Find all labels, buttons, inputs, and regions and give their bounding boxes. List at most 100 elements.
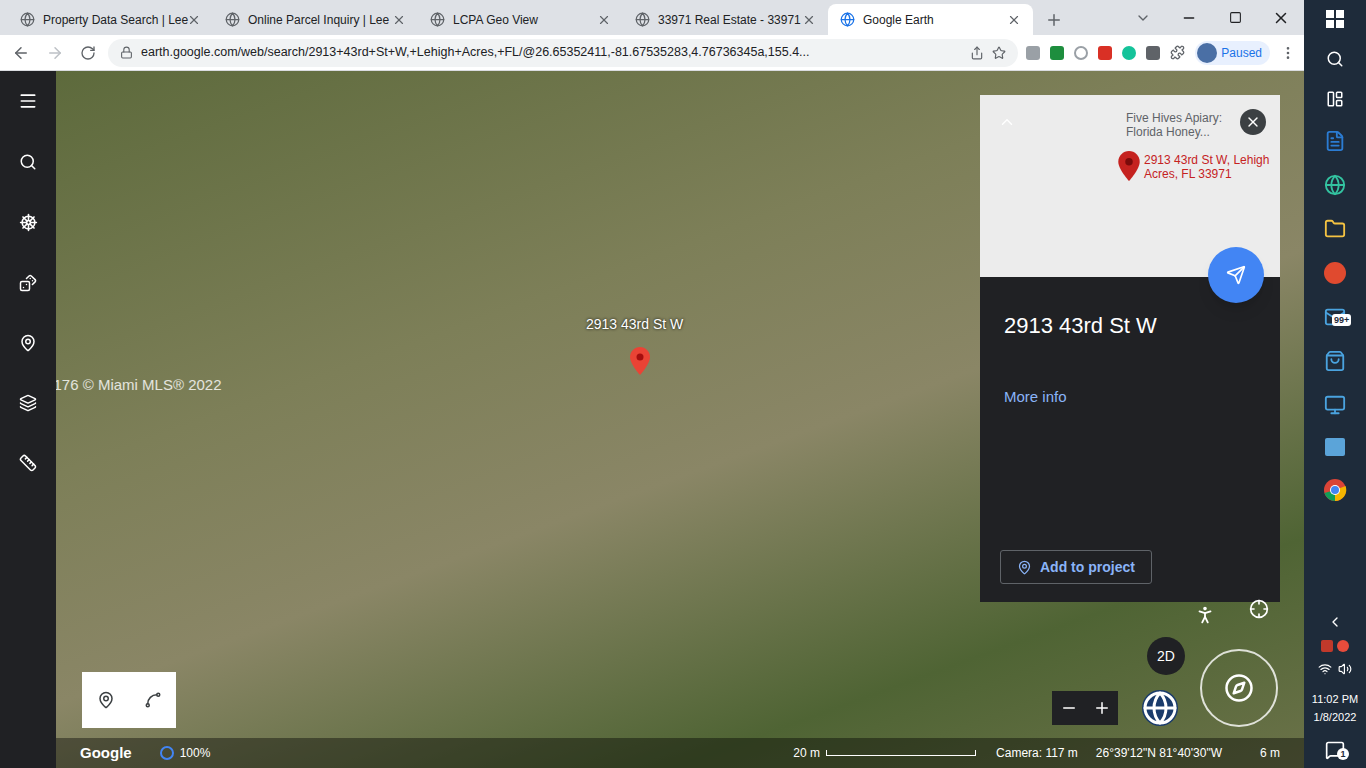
tray-app-icon[interactable] <box>1337 640 1349 652</box>
menu-icon[interactable] <box>18 91 38 111</box>
left-rail <box>0 71 56 768</box>
browser-tab[interactable]: Google Earth <box>828 4 1033 35</box>
menu-icon[interactable] <box>1280 45 1296 61</box>
site-icon <box>635 12 650 27</box>
task-view-icon[interactable] <box>1326 90 1344 108</box>
forward-icon[interactable] <box>46 44 64 62</box>
extension-icon[interactable] <box>1050 46 1064 60</box>
draw-path-icon[interactable] <box>144 691 162 709</box>
browser-tab[interactable]: Online Parcel Inquiry | Lee <box>213 4 418 35</box>
earth-app: A11145176 © Miami MLS® 20222913 43rd St … <box>0 71 1304 768</box>
tab-close-icon[interactable] <box>187 13 201 27</box>
zoom-out-icon[interactable] <box>1060 699 1078 717</box>
extension-icon[interactable] <box>1146 46 1160 60</box>
windows-start-icon[interactable] <box>1326 10 1344 28</box>
map-view[interactable]: A11145176 © Miami MLS® 20222913 43rd St … <box>56 71 1304 768</box>
search-icon[interactable] <box>19 153 37 171</box>
tab-search-icon[interactable] <box>1135 10 1151 26</box>
more-info-link[interactable]: More info <box>1004 386 1256 409</box>
network-icon[interactable] <box>1318 662 1332 676</box>
browser-window: Property Data Search | LeeOnline Parcel … <box>0 0 1304 768</box>
fly-to-icon <box>1226 265 1246 285</box>
browser-tab[interactable]: LCPA Geo View <box>418 4 623 35</box>
browser-tab[interactable]: Property Data Search | Lee <box>8 4 213 35</box>
projects-icon[interactable] <box>19 334 37 352</box>
taskbar: 99+11:02 PM1/8/20221 <box>1304 0 1366 768</box>
remote-desktop-icon[interactable] <box>1324 394 1346 416</box>
bookmark-icon[interactable] <box>992 46 1006 60</box>
tab-close-icon[interactable] <box>597 13 611 27</box>
info-panel: Five Hives Apiary: Florida Honey... 2913 … <box>980 95 1280 602</box>
clock[interactable]: 11:02 PM1/8/2022 <box>1312 686 1358 726</box>
compass[interactable] <box>1200 649 1278 727</box>
tray-app-icon[interactable] <box>1321 640 1333 652</box>
chrome-icon[interactable] <box>1323 478 1347 502</box>
add-to-project-button[interactable]: Add to project <box>1000 550 1152 584</box>
maximize-icon[interactable] <box>1229 11 1242 24</box>
feeling-lucky-icon[interactable] <box>19 274 37 292</box>
add-pin-icon <box>1017 560 1032 575</box>
edge-icon[interactable] <box>1324 174 1346 196</box>
new-tab-icon[interactable] <box>1045 11 1063 29</box>
avatar-icon <box>1197 43 1217 63</box>
store-icon[interactable] <box>1324 350 1346 372</box>
zoom-controls <box>1052 691 1118 725</box>
location-pin-icon[interactable] <box>630 347 650 375</box>
my-location-icon[interactable] <box>1249 599 1269 619</box>
close-icon[interactable] <box>1272 9 1290 27</box>
minimize-icon[interactable] <box>1181 10 1197 26</box>
pin-label: 2913 43rd St W <box>586 314 683 335</box>
camera-altitude: Camera: 117 m <box>996 744 1078 762</box>
tab-close-icon[interactable] <box>1007 13 1021 27</box>
site-icon <box>225 12 240 27</box>
grammarly-icon[interactable] <box>1122 46 1136 60</box>
voyager-icon[interactable] <box>19 213 38 232</box>
tab-strip: Property Data Search | LeeOnline Parcel … <box>0 0 1304 35</box>
notification-count: 1 <box>1337 748 1349 760</box>
compass-icon <box>1224 673 1254 703</box>
thumbnail-place: Five Hives Apiary: Florida Honey... <box>1126 111 1246 139</box>
pdf-extension-icon[interactable] <box>1098 46 1112 60</box>
close-panel-button[interactable] <box>1240 109 1266 135</box>
site-icon <box>20 12 35 27</box>
zoom-in-icon[interactable] <box>1093 699 1111 717</box>
browser-tab[interactable]: 33971 Real Estate - 33971 <box>623 4 828 35</box>
google-logo: Google <box>80 742 132 765</box>
address-bar[interactable]: earth.google.com/web/search/2913+43rd+St… <box>108 39 1018 67</box>
map-style-icon[interactable] <box>19 394 37 412</box>
extensions-icon[interactable] <box>1170 45 1185 60</box>
profile-button[interactable]: Paused <box>1195 41 1270 65</box>
app-icon[interactable] <box>1325 438 1345 456</box>
site-icon <box>430 12 445 27</box>
fly-to-button[interactable] <box>1208 247 1264 303</box>
lock-icon <box>120 46 133 59</box>
pegman-icon[interactable] <box>1194 604 1216 626</box>
search-icon[interactable] <box>1326 50 1344 68</box>
tray-expand-icon[interactable] <box>1327 614 1343 630</box>
scale-bar <box>826 750 976 756</box>
tab-close-icon[interactable] <box>802 13 816 27</box>
loading-indicator <box>160 746 174 760</box>
reload-icon[interactable] <box>80 45 96 61</box>
add-placemark-icon[interactable] <box>97 691 115 709</box>
collapse-icon[interactable] <box>998 113 1016 131</box>
back-icon[interactable] <box>12 44 30 62</box>
share-icon[interactable] <box>970 46 984 60</box>
close-icon <box>1245 114 1261 130</box>
tab-close-icon[interactable] <box>392 13 406 27</box>
app-icon[interactable] <box>1324 262 1346 284</box>
measure-icon[interactable] <box>19 454 37 472</box>
extension-icon[interactable] <box>1026 46 1040 60</box>
map-thumbnail[interactable]: Five Hives Apiary: Florida Honey... 2913 … <box>980 95 1280 277</box>
thumbnail-address: 2913 43rd St W, Lehigh Acres, FL 33971 <box>1144 153 1276 181</box>
mode-2d-button[interactable]: 2D <box>1147 637 1185 675</box>
globe-view-icon[interactable] <box>1142 690 1178 726</box>
coordinates: 26°39'12"N 81°40'30"W <box>1096 744 1222 762</box>
extension-icon[interactable] <box>1074 46 1088 60</box>
volume-icon[interactable] <box>1338 662 1352 676</box>
scale-label: 20 m <box>793 744 820 762</box>
google-earth-icon <box>840 12 855 27</box>
placemark-tools <box>82 672 176 728</box>
file-explorer-icon[interactable] <box>1324 218 1346 240</box>
word-icon[interactable] <box>1324 130 1346 152</box>
